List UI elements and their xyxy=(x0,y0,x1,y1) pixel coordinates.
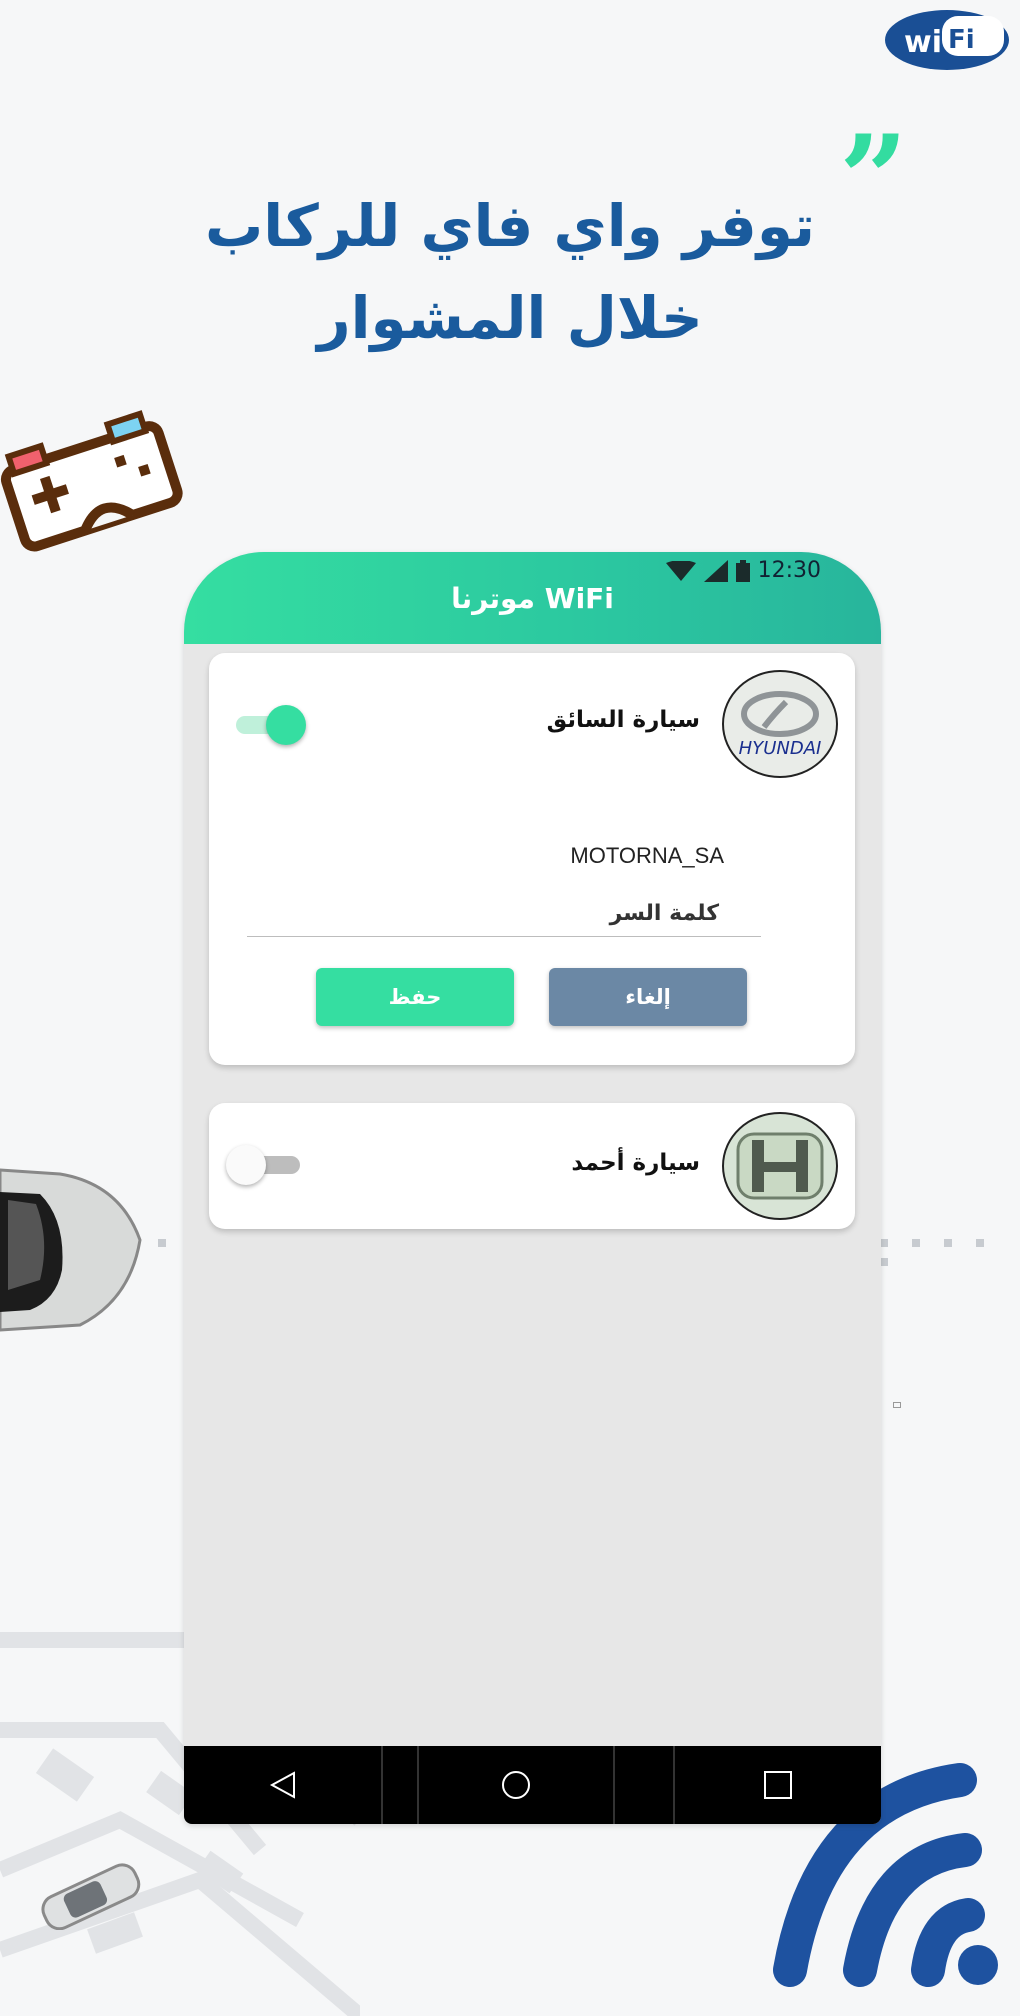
app-title: WiFi موترنا xyxy=(451,582,614,615)
decoration-mark xyxy=(893,1402,901,1408)
ssid-value: MOTORNA_SA xyxy=(570,843,724,868)
cell-signal-icon xyxy=(703,559,728,582)
navbar-divider xyxy=(615,1746,675,1824)
home-icon xyxy=(502,1771,531,1799)
svg-text:wi: wi xyxy=(904,25,942,60)
toggle-knob xyxy=(266,705,306,745)
small-car-illustration xyxy=(41,1863,141,1930)
password-underline xyxy=(247,936,761,937)
car-card-expanded[interactable]: HYUNDAI سيارة السائق MOTORNA_SA كلمة الس… xyxy=(209,653,855,1065)
dotted-line xyxy=(880,1232,1020,1270)
headline: توفر واي فاي للركاب خلال المشوار xyxy=(0,180,1020,364)
hyundai-logo-text: HYUNDAI xyxy=(739,738,822,759)
brand-logo-hyundai: HYUNDAI xyxy=(722,670,838,778)
cancel-button[interactable]: إلغاء xyxy=(549,968,747,1026)
password-field[interactable]: كلمة السر xyxy=(610,901,719,926)
home-button[interactable] xyxy=(419,1746,615,1824)
car-name: سيارة السائق xyxy=(546,707,700,733)
back-icon xyxy=(269,1771,295,1799)
status-bar: 12:30 xyxy=(665,558,821,583)
android-navbar xyxy=(184,1746,881,1824)
headline-line-2: خلال المشوار xyxy=(317,284,703,352)
svg-text:Fi: Fi xyxy=(948,25,975,55)
wifi-logo-icon: wi Fi xyxy=(885,10,1009,70)
car-card-collapsed[interactable]: سيارة أحمد xyxy=(209,1103,855,1229)
headline-line-1: توفر واي فاي للركاب xyxy=(204,192,816,260)
status-time: 12:30 xyxy=(757,558,821,583)
phone-screen: 12:30 WiFi موترنا HYUNDAI سيارة السائق M… xyxy=(184,552,881,1824)
brand-logo-honda xyxy=(722,1112,838,1220)
back-button[interactable] xyxy=(184,1746,384,1824)
app-bar: 12:30 WiFi موترنا xyxy=(184,552,881,644)
wifi-toggle[interactable] xyxy=(226,1143,300,1187)
save-button[interactable]: حفظ xyxy=(316,968,514,1026)
navbar-divider xyxy=(383,1746,420,1824)
gamepad-icon xyxy=(0,410,183,552)
car-name: سيارة أحمد xyxy=(571,1150,700,1176)
battery-icon xyxy=(735,559,750,582)
wifi-signal-icon xyxy=(665,560,696,581)
car-illustration xyxy=(0,1168,142,1332)
toggle-knob xyxy=(226,1145,266,1185)
recents-button[interactable] xyxy=(675,1746,881,1824)
recents-icon xyxy=(763,1771,792,1799)
wifi-toggle[interactable] xyxy=(236,703,306,747)
